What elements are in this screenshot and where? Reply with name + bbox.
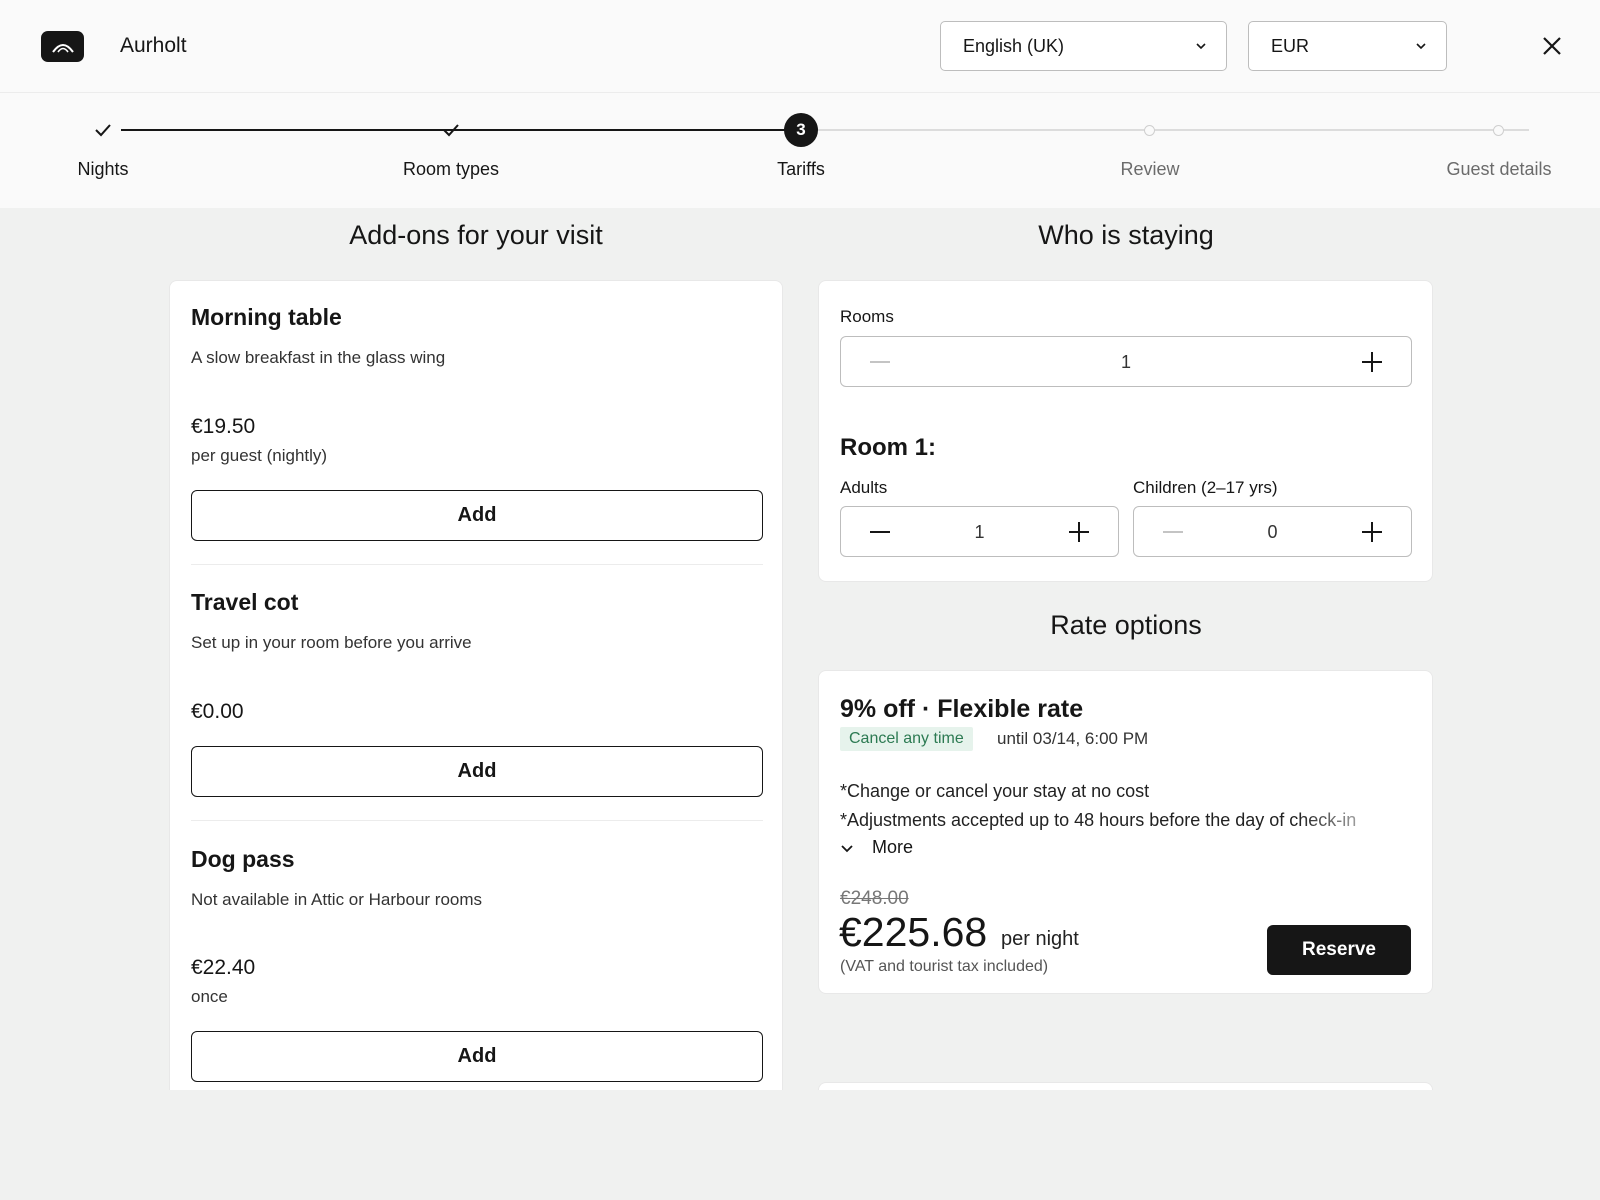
- top-bar: Aurholt English (UK) EUR: [0, 0, 1600, 93]
- brand-logo-icon[interactable]: [41, 31, 84, 62]
- addon-description: Not available in Attic or Harbour rooms: [191, 890, 483, 909]
- stepper-progress-remaining: [801, 129, 1529, 131]
- check-icon[interactable]: [442, 122, 460, 138]
- brand-name: Aurholt: [120, 34, 187, 57]
- page-background: [0, 1090, 1600, 1200]
- room-heading: Room 1:: [840, 434, 936, 461]
- addon-item: Morning table A slow breakfast in the gl…: [191, 304, 763, 368]
- adults-stepper: 1: [840, 506, 1119, 557]
- original-price: €248.00: [840, 888, 909, 909]
- children-label: Children (2–17 yrs): [1133, 478, 1278, 497]
- stepper-progress-done: [121, 129, 801, 131]
- discounted-price: €225.68: [839, 909, 988, 955]
- tax-note: (VAT and tourist tax included): [840, 958, 1049, 975]
- addon-item: Dog pass Not available in Attic or Harbo…: [191, 846, 763, 910]
- step-label-review: Review: [1120, 159, 1180, 179]
- guests-heading: Who is staying: [1038, 220, 1214, 250]
- rooms-label: Rooms: [840, 307, 894, 326]
- addon-item: Travel cot Set up in your room before yo…: [191, 589, 763, 653]
- plus-icon[interactable]: [1068, 521, 1090, 543]
- more-label: More: [872, 837, 914, 857]
- addon-description: A slow breakfast in the glass wing: [191, 348, 446, 367]
- chevron-down-icon: [1196, 43, 1206, 50]
- add-travel-cot-button[interactable]: Add: [191, 746, 763, 797]
- addon-price: €19.50: [191, 415, 256, 438]
- currency-select[interactable]: EUR: [1248, 21, 1447, 71]
- addon-price-unit: once: [191, 987, 228, 1006]
- step-dot-review: [1144, 125, 1155, 136]
- divider: [191, 820, 763, 821]
- arc-logo-icon: [51, 43, 74, 53]
- cancellation-badge: Cancel any time: [840, 727, 973, 751]
- rate-option-card: 9% off · Flexible rate Cancel any time u…: [818, 670, 1433, 994]
- rate-policy-line: *Adjustments accepted up to 48 hours bef…: [840, 810, 1357, 830]
- step-label-nights[interactable]: Nights: [77, 159, 128, 180]
- plus-icon[interactable]: [1361, 521, 1383, 543]
- guests-card: Rooms 1 Room 1: Adults 1 Children (2–17 …: [818, 280, 1433, 582]
- close-icon[interactable]: [1541, 35, 1563, 57]
- more-toggle[interactable]: More: [840, 837, 913, 858]
- addon-price: €0.00: [191, 700, 244, 723]
- add-dog-pass-button[interactable]: Add: [191, 1031, 763, 1082]
- price-period: per night: [1001, 928, 1079, 950]
- addon-title: Dog pass: [191, 846, 295, 872]
- chevron-down-icon: [841, 844, 853, 852]
- addon-title: Morning table: [191, 304, 342, 330]
- step-label-guest-details: Guest details: [1446, 159, 1552, 179]
- step-label-room-types[interactable]: Room types: [403, 159, 499, 180]
- cancellation-deadline: until 03/14, 6:00 PM: [997, 729, 1149, 748]
- divider: [191, 564, 763, 565]
- addon-price: €22.40: [191, 956, 256, 979]
- rate-title: 9% off · Flexible rate: [840, 695, 1084, 723]
- children-stepper: 0: [1133, 506, 1412, 557]
- rate-policy-line: *Change or cancel your stay at no cost: [840, 781, 1150, 801]
- addon-price-unit: per guest (nightly): [191, 446, 328, 465]
- check-icon[interactable]: [94, 122, 112, 138]
- addon-title: Travel cot: [191, 589, 299, 615]
- plus-icon[interactable]: [1361, 351, 1383, 373]
- adults-label: Adults: [840, 478, 888, 497]
- chevron-down-icon: [1416, 43, 1426, 50]
- booking-stepper: 3 Nights Room types Tariffs Review Guest…: [0, 93, 1600, 208]
- rooms-stepper: 1: [840, 336, 1412, 387]
- language-value: English (UK): [963, 35, 1065, 56]
- language-select[interactable]: English (UK): [940, 21, 1227, 71]
- currency-value: EUR: [1271, 35, 1310, 56]
- addons-heading: Add-ons for your visit: [349, 220, 603, 250]
- current-step-indicator: 3: [784, 113, 818, 147]
- next-rate-card: [818, 1082, 1433, 1090]
- rates-heading: Rate options: [1050, 610, 1202, 640]
- reserve-button[interactable]: Reserve: [1267, 925, 1411, 975]
- text-fade: [1299, 807, 1414, 833]
- addons-card: Morning table A slow breakfast in the gl…: [169, 280, 783, 1090]
- step-dot-guest-details: [1493, 125, 1504, 136]
- step-label-tariffs: Tariffs: [777, 159, 825, 179]
- addon-description: Set up in your room before you arrive: [191, 633, 472, 652]
- rooms-value[interactable]: 1: [841, 352, 1411, 373]
- add-morning-table-button[interactable]: Add: [191, 490, 763, 541]
